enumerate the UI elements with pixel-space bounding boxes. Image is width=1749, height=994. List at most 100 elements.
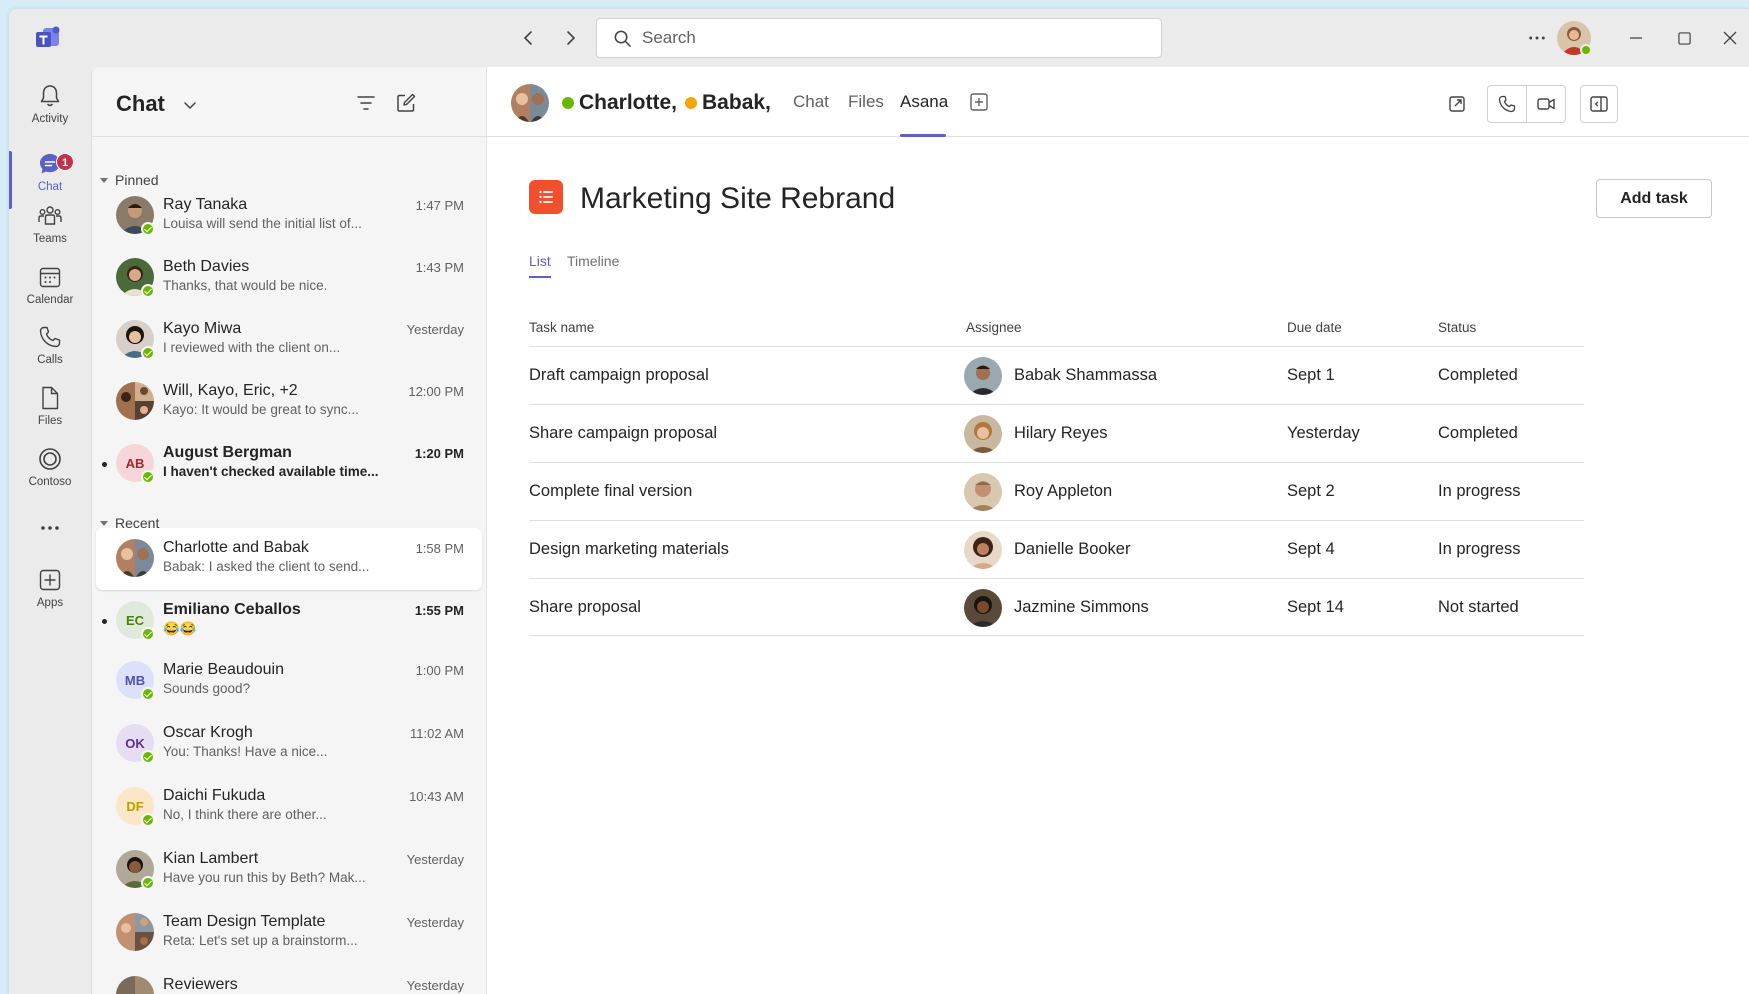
- forward-arrow-icon[interactable]: [561, 29, 587, 51]
- presence-available-icon: [141, 687, 155, 701]
- chat-item[interactable]: Team Design Template Yesterday Reta: Let…: [96, 902, 482, 964]
- chat-name: August Bergman: [163, 444, 292, 461]
- avatar: [964, 589, 1002, 627]
- chat-item[interactable]: Kayo Miwa Yesterday I reviewed with the …: [96, 309, 482, 371]
- column-header-task[interactable]: Task name: [529, 320, 594, 335]
- chat-name: Emiliano Ceballos: [163, 601, 301, 618]
- column-header-due[interactable]: Due date: [1287, 320, 1342, 335]
- chat-preview: You: Thanks! Have a nice...: [163, 744, 328, 759]
- chat-time: Yesterday: [406, 915, 464, 930]
- chat-time: 11:02 AM: [410, 726, 464, 741]
- task-name: Design marketing materials: [529, 540, 729, 558]
- back-arrow-icon[interactable]: [520, 29, 546, 51]
- rail-item-more[interactable]: [9, 515, 91, 545]
- table-row[interactable]: Design marketing materials Danielle Book…: [529, 520, 1584, 578]
- unread-dot-icon: [102, 619, 107, 624]
- minimize-icon[interactable]: [1621, 23, 1651, 53]
- task-name: Share proposal: [529, 598, 641, 616]
- avatar: [964, 357, 1002, 395]
- more-options-icon[interactable]: [1524, 23, 1550, 53]
- search-box[interactable]: [596, 18, 1162, 58]
- audio-call-button[interactable]: [1487, 85, 1527, 123]
- chat-item[interactable]: AB August Bergman 1:20 PM I haven't chec…: [96, 433, 482, 495]
- rail-item-apps[interactable]: Apps: [9, 567, 91, 627]
- side-panel-button[interactable]: [1580, 85, 1618, 123]
- app-rail: Activity 1 Chat Teams Calendar Calls Fil…: [9, 67, 91, 994]
- chat-item[interactable]: DF Daichi Fukuda 10:43 AM No, I think th…: [96, 776, 482, 838]
- video-call-button[interactable]: [1526, 85, 1566, 123]
- tab-files[interactable]: Files: [848, 92, 884, 112]
- teams-logo-icon: [35, 25, 63, 51]
- rail-label: Teams: [33, 233, 67, 245]
- rail-label: Files: [37, 415, 63, 427]
- pop-out-button[interactable]: [1439, 85, 1475, 123]
- rail-item-teams[interactable]: Teams: [9, 203, 91, 263]
- view-tab-timeline[interactable]: Timeline: [567, 253, 619, 269]
- new-chat-icon[interactable]: [395, 92, 417, 114]
- column-header-status[interactable]: Status: [1438, 320, 1476, 335]
- tab-chat[interactable]: Chat: [793, 92, 829, 112]
- chat-list-pane: Chat Pinned Ray Tanaka 1:47 PM Louisa wi…: [91, 67, 487, 994]
- rail-label: Calendar: [26, 294, 74, 306]
- unread-dot-icon: [102, 462, 107, 467]
- more-icon: [41, 526, 59, 530]
- add-task-button[interactable]: Add task: [1596, 179, 1712, 218]
- unread-badge: 1: [56, 153, 74, 171]
- rail-item-contoso[interactable]: Contoso: [9, 446, 91, 506]
- column-header-assignee[interactable]: Assignee: [966, 320, 1022, 335]
- rail-item-calendar[interactable]: Calendar: [9, 264, 91, 324]
- search-input[interactable]: [642, 28, 1122, 48]
- presence-available-icon: [562, 97, 574, 109]
- table-row[interactable]: Share proposal Jazmine Simmons Sept 14 N…: [529, 578, 1584, 636]
- task-status: In progress: [1438, 482, 1521, 500]
- chat-name: Oscar Krogh: [163, 724, 253, 741]
- chat-list-header: Chat: [92, 67, 486, 137]
- task-name: Complete final version: [529, 482, 693, 500]
- chat-preview: Kayo: It would be great to sync...: [163, 402, 359, 417]
- chat-item[interactable]: Ray Tanaka 1:47 PM Louisa will send the …: [96, 185, 482, 247]
- active-tab-indicator: [900, 134, 946, 137]
- maximize-icon[interactable]: [1669, 23, 1699, 53]
- chat-preview: No, I think there are other...: [163, 807, 327, 822]
- rail-item-calls[interactable]: Calls: [9, 324, 91, 384]
- apps-icon: [39, 569, 61, 591]
- table-row[interactable]: Share campaign proposal Hilary Reyes Yes…: [529, 404, 1584, 462]
- presence-available-icon: [141, 813, 155, 827]
- rail-label: Apps: [36, 597, 64, 609]
- task-name: Share campaign proposal: [529, 424, 718, 442]
- active-view-indicator: [529, 276, 551, 278]
- conversation-title[interactable]: Charlotte, Babak,: [562, 91, 771, 115]
- pop-out-icon: [1449, 96, 1465, 112]
- filter-icon[interactable]: [355, 92, 377, 114]
- chat-time: 1:43 PM: [415, 260, 464, 275]
- chat-item[interactable]: MB Marie Beaudouin 1:00 PM Sounds good?: [96, 650, 482, 712]
- add-tab-icon[interactable]: [969, 92, 989, 112]
- participant-name: Babak,: [702, 91, 771, 114]
- chat-item[interactable]: Charlotte and Babak 1:58 PM Babak: I ask…: [96, 528, 482, 590]
- rail-item-files[interactable]: Files: [9, 385, 91, 445]
- chat-time: 12:00 PM: [408, 384, 464, 399]
- table-row[interactable]: Complete final version Roy Appleton Sept…: [529, 462, 1584, 520]
- rail-label: Contoso: [28, 476, 72, 488]
- view-tab-list[interactable]: List: [529, 253, 551, 269]
- chat-item[interactable]: Kian Lambert Yesterday Have you run this…: [96, 839, 482, 901]
- chat-time: Yesterday: [406, 852, 464, 867]
- chat-item[interactable]: Reviewers Yesterday: [96, 965, 482, 994]
- chat-list-title[interactable]: Chat: [116, 91, 165, 117]
- avatar: [964, 473, 1002, 511]
- table-row[interactable]: Draft campaign proposal Babak Shammassa …: [529, 346, 1584, 404]
- chat-item[interactable]: EC Emiliano Ceballos 1:55 PM 😂😂: [96, 590, 482, 652]
- chat-item[interactable]: Beth Davies 1:43 PM Thanks, that would b…: [96, 247, 482, 309]
- due-date: Sept 2: [1287, 482, 1335, 500]
- close-icon[interactable]: [1715, 23, 1745, 53]
- presence-available-icon: [141, 470, 155, 484]
- tab-asana[interactable]: Asana: [900, 92, 948, 112]
- rail-item-activity[interactable]: Activity: [9, 83, 91, 143]
- task-status: In progress: [1438, 540, 1521, 558]
- chevron-down-icon[interactable]: [182, 97, 198, 113]
- chat-preview: Reta: Let's set up a brainstorm...: [163, 933, 358, 948]
- rail-item-chat[interactable]: 1 Chat: [9, 151, 91, 211]
- file-icon: [42, 386, 59, 410]
- chat-item[interactable]: OK Oscar Krogh 11:02 AM You: Thanks! Hav…: [96, 713, 482, 775]
- chat-item[interactable]: Will, Kayo, Eric, +2 12:00 PM Kayo: It w…: [96, 371, 482, 433]
